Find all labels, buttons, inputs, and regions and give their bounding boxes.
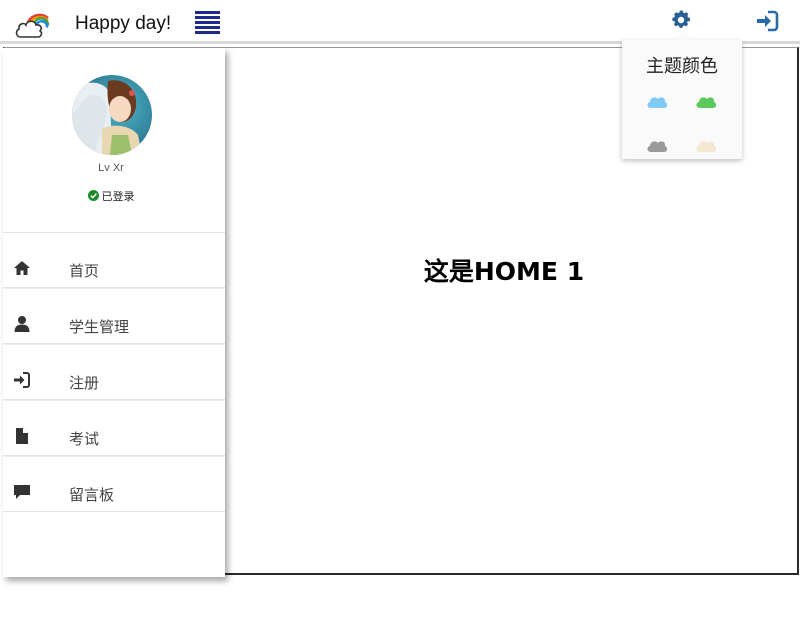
sidebar-item-label: 考试	[69, 431, 100, 448]
sidebar-item-label: 留言板	[69, 487, 115, 504]
home-icon	[13, 259, 31, 277]
login-status-text: 已登录	[101, 191, 135, 203]
gear-icon[interactable]	[670, 9, 692, 31]
user-icon	[13, 315, 31, 333]
sidebar-item-label: 学生管理	[69, 319, 130, 336]
user-name: Lv Xr	[98, 162, 124, 174]
cloud-icon-blue[interactable]	[646, 94, 668, 109]
cloud-icon-cream[interactable]	[695, 138, 717, 153]
file-icon	[13, 427, 31, 445]
sidebar-item-message-board[interactable]: 留言板	[3, 456, 225, 512]
sidebar-nav: 首页 学生管理 注册 考试 留言板	[3, 232, 225, 512]
sidebar-item-exam[interactable]: 考试	[3, 400, 225, 456]
comment-icon	[13, 483, 31, 501]
sidebar-item-register[interactable]: 注册	[3, 344, 225, 400]
sign-in-icon	[13, 371, 31, 389]
sidebar-item-label: 首页	[69, 263, 100, 280]
sidebar-item-student-management[interactable]: 学生管理	[3, 288, 225, 344]
cloud-icon-gray[interactable]	[646, 138, 668, 153]
sidebar-item-home[interactable]: 首页	[3, 232, 225, 288]
cloud-icon-green[interactable]	[695, 94, 717, 109]
avatar[interactable]	[72, 75, 152, 155]
sidebar-item-label: 注册	[69, 375, 100, 392]
hamburger-icon[interactable]	[195, 11, 221, 34]
login-status: 已登录	[3, 188, 219, 204]
cloud-rainbow-icon[interactable]	[14, 6, 50, 40]
sidebar: Lv Xr 已登录 首页 学生管理 注册 考试 留言板	[3, 48, 225, 577]
sign-in-icon[interactable]	[755, 10, 779, 32]
theme-panel-title: 主题颜色	[646, 56, 718, 76]
page-heading: 这是HOME 1	[423, 257, 585, 286]
check-circle-icon	[87, 190, 99, 201]
theme-color-panel: 主题颜色	[622, 32, 742, 159]
app-title: Happy day!	[75, 13, 172, 34]
